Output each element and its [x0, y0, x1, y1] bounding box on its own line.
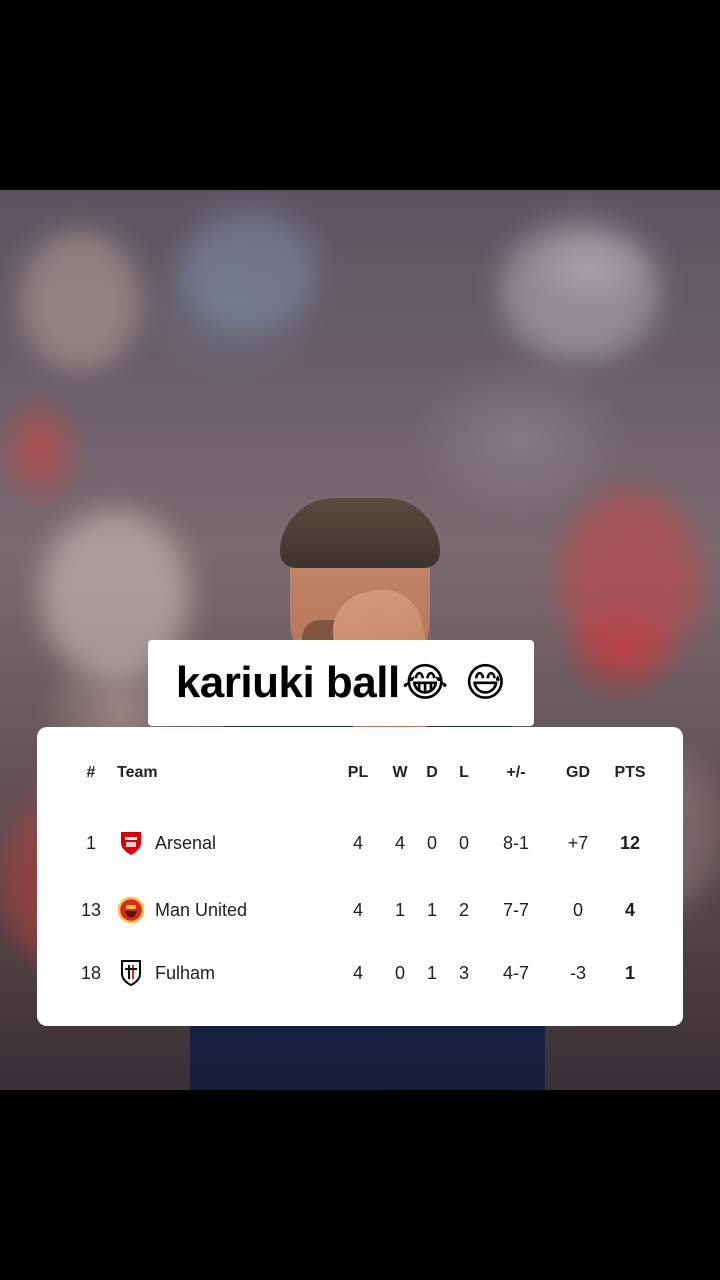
- row-team-name: Fulham: [155, 963, 216, 983]
- row-goal-difference: 0: [572, 900, 583, 920]
- row-wins: 0: [394, 963, 405, 983]
- row-team-cell: Man United: [117, 890, 317, 930]
- row-goals: 8-1: [502, 833, 529, 853]
- header-goals: +/-: [506, 764, 526, 781]
- row-played: 4: [352, 833, 363, 853]
- row-draws: 1: [426, 900, 437, 920]
- row-points: 4: [624, 900, 635, 920]
- header-position: #: [86, 764, 96, 781]
- row-played: 4: [352, 900, 363, 920]
- row-losses: 2: [458, 900, 469, 920]
- header-goal-difference: GD: [566, 764, 590, 781]
- table-header-row: # Team PL W D L +/- GD PTS: [37, 753, 683, 793]
- fulham-crest-icon: [121, 960, 141, 987]
- row-goal-difference: -3: [569, 963, 586, 983]
- row-team-cell: Fulham: [117, 953, 317, 993]
- table-row: 18 Fulham 4 0 1 3 4-7 -3 1: [37, 953, 683, 993]
- league-table: # Team PL W D L +/- GD PTS 1 Arsenal 4 4…: [37, 727, 683, 1026]
- row-goal-difference: +7: [567, 833, 589, 853]
- row-played: 4: [352, 963, 363, 983]
- row-team-name: Man United: [155, 900, 248, 920]
- row-draws: 0: [426, 833, 437, 853]
- laughing-tears-emoji: 😂: [401, 661, 449, 705]
- header-points: PTS: [614, 764, 646, 781]
- header-team: Team: [117, 764, 158, 781]
- row-losses: 3: [458, 963, 469, 983]
- row-goals: 7-7: [502, 900, 529, 920]
- row-points: 1: [624, 963, 635, 983]
- table-row: 1 Arsenal 4 4 0 0 8-1 +7 12: [37, 823, 683, 863]
- header-played: PL: [347, 764, 369, 781]
- row-wins: 1: [394, 900, 405, 920]
- row-wins: 4: [394, 833, 405, 853]
- row-team-cell: Arsenal: [117, 823, 317, 863]
- row-points: 12: [619, 833, 641, 853]
- row-position: 18: [80, 963, 102, 983]
- row-position: 13: [80, 900, 102, 920]
- caption-text: kariuki ball: [175, 658, 400, 707]
- row-goals: 4-7: [502, 963, 529, 983]
- row-draws: 1: [426, 963, 437, 983]
- header-wins: W: [392, 764, 408, 781]
- header-draws: D: [426, 764, 438, 781]
- row-team-name: Arsenal: [155, 833, 217, 853]
- arsenal-crest-icon: [121, 832, 141, 855]
- sweat-smile-emoji: 😅: [464, 661, 507, 705]
- man-united-crest-icon: [117, 896, 145, 924]
- table-row: 13 Man United 4 1 1 2 7-7 0 4: [37, 890, 683, 930]
- caption-box: kariuki ball 😂 😅: [148, 640, 534, 726]
- row-position: 1: [85, 833, 96, 853]
- row-losses: 0: [458, 833, 469, 853]
- header-losses: L: [459, 764, 469, 781]
